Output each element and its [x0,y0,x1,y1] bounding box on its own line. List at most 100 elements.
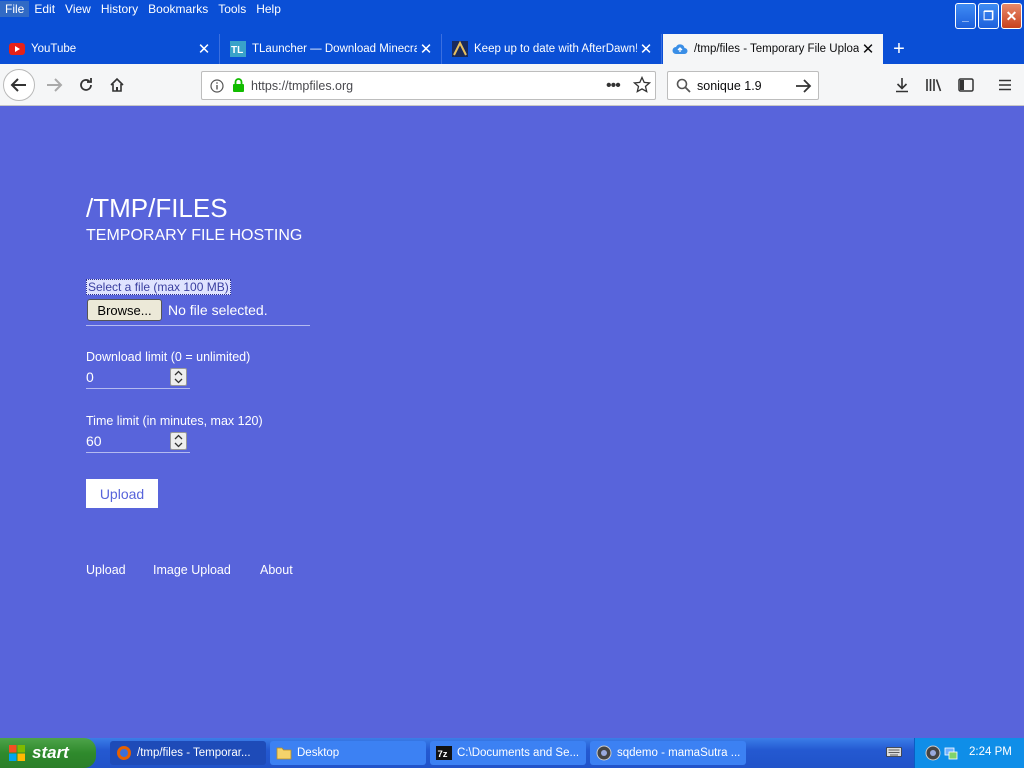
browse-button[interactable]: Browse... [87,299,162,321]
tab-close-icon[interactable]: ✕ [637,40,655,58]
menu-bookmarks[interactable]: Bookmarks [143,1,213,17]
hamburger-menu-icon [999,79,1011,91]
tab-label: TLauncher — Download Minecraft [252,43,417,55]
library-icon [926,79,942,92]
taskbar-clock: 2:24 PM [969,746,1012,758]
menu-edit[interactable]: Edit [29,1,60,17]
forward-button[interactable] [38,69,70,101]
svg-text:TL: TL [231,45,243,56]
tab-afterdawn[interactable]: Keep up to date with AfterDawn! ✕ [443,34,662,64]
taskbar-item-sonique[interactable]: sqdemo - mamaSutra ... [590,741,746,765]
tab-label: /tmp/files - Temporary File Upload [694,43,859,55]
menu-bar: File Edit View History Bookmarks Tools H… [0,0,1024,34]
file-field-underline [86,325,310,326]
download-limit-label: Download limit (0 = unlimited) [86,350,251,364]
search-input[interactable]: sonique 1.9 [697,79,795,93]
cloud-upload-icon [672,41,688,57]
page-subtitle: TEMPORARY FILE HOSTING [86,227,303,244]
close-window-button[interactable]: ✕ [1001,3,1022,29]
tlauncher-icon: TL [230,41,246,57]
arrow-right-icon [47,78,63,92]
url-text[interactable]: https://tmpfiles.org [251,79,353,93]
menu-button[interactable] [994,74,1016,96]
url-bar[interactable]: https://tmpfiles.org ••• [201,71,656,100]
folder-icon [276,745,292,761]
reload-icon [80,78,92,91]
close-icon: ✕ [1005,7,1018,24]
menu-tools[interactable]: Tools [213,1,251,17]
restore-icon: ❐ [983,9,994,23]
new-tab-button[interactable]: + [886,34,912,64]
afterdawn-icon [452,41,468,57]
reload-button[interactable] [70,69,102,101]
search-bar[interactable]: sonique 1.9 [667,71,819,100]
home-button[interactable] [101,69,133,101]
minimize-icon: _ [962,9,969,23]
sonique-tray-icon[interactable] [925,745,941,761]
taskbar-item-label: C:\Documents and Se... [457,747,580,759]
page-actions-icon[interactable]: ••• [606,77,621,95]
time-limit-label: Time limit (in minutes, max 120) [86,414,263,428]
lock-icon[interactable] [232,78,245,93]
info-icon[interactable] [210,78,224,93]
download-limit-value[interactable]: 0 [86,369,94,385]
search-icon [676,78,691,93]
network-tray-icon[interactable] [943,745,959,761]
taskbar-item-7zip[interactable]: 7z C:\Documents and Se... [430,741,586,765]
spinner-icon[interactable] [170,432,187,450]
search-go-icon[interactable] [795,78,812,93]
menu-history[interactable]: History [96,1,143,17]
restore-button[interactable]: ❐ [978,3,999,29]
minimize-button[interactable]: _ [955,3,976,29]
upload-button[interactable]: Upload [86,479,158,508]
taskbar-item-firefox[interactable]: /tmp/files - Temporar... [110,741,266,765]
download-icon [896,78,908,93]
menu-view[interactable]: View [60,1,96,17]
taskbar-item-desktop[interactable]: Desktop [270,741,426,765]
youtube-icon [9,41,25,57]
tab-label: YouTube [31,43,77,55]
file-select-label: Select a file (max 100 MB) [86,279,231,295]
tab-youtube[interactable]: YouTube ✕ [0,34,220,64]
download-limit-input[interactable]: 0 [86,367,190,389]
windows-logo-icon [8,744,26,762]
footer-link-image-upload[interactable]: Image Upload [153,563,231,577]
tab-tmpfiles[interactable]: /tmp/files - Temporary File Upload ✕ [663,34,883,64]
start-label: start [32,743,69,762]
7zip-icon: 7z [436,745,452,761]
file-status-text: No file selected. [168,302,268,318]
back-button[interactable] [3,69,35,101]
sidebar-button[interactable] [955,74,977,96]
tab-close-icon[interactable]: ✕ [195,40,213,58]
arrow-left-icon [10,78,26,92]
tab-strip: YouTube ✕ TL TLauncher — Download Minecr… [0,34,1024,64]
footer-link-upload[interactable]: Upload [86,563,126,577]
system-tray: 2:24 PM [914,738,1024,768]
navigation-toolbar: https://tmpfiles.org ••• sonique 1.9 [0,64,1024,106]
taskbar: start /tmp/files - Temporar... Desktop 7… [0,738,1024,768]
time-limit-input[interactable]: 60 [86,431,190,453]
tab-close-icon[interactable]: ✕ [859,40,877,58]
tab-tlauncher[interactable]: TL TLauncher — Download Minecraft ✕ [221,34,442,64]
footer-link-about[interactable]: About [260,563,293,577]
tab-close-icon[interactable]: ✕ [417,40,435,58]
sidebar-icon [958,78,974,92]
bookmark-star-icon[interactable] [633,76,651,94]
menu-help[interactable]: Help [251,1,286,17]
keyboard-icon[interactable] [886,746,902,758]
sonique-icon [596,745,612,761]
home-icon [110,77,124,92]
taskbar-item-label: /tmp/files - Temporar... [137,747,251,759]
firefox-icon [116,745,132,761]
tab-label: Keep up to date with AfterDawn! [474,43,637,55]
menu-file[interactable]: File [0,1,30,17]
start-button[interactable]: start [0,738,96,768]
time-limit-value[interactable]: 60 [86,433,102,449]
page-title: /TMP/FILES [86,193,228,223]
downloads-button[interactable] [891,74,913,96]
spinner-icon[interactable] [170,368,187,386]
taskbar-item-label: Desktop [297,747,340,759]
library-button[interactable] [923,74,945,96]
plus-icon: + [893,37,905,60]
taskbar-item-label: sqdemo - mamaSutra ... [617,747,741,759]
